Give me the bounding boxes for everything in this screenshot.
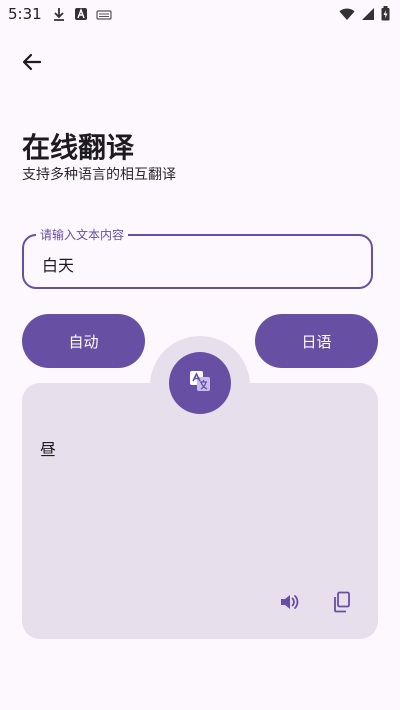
target-language-button[interactable]: 日语: [255, 314, 378, 368]
speak-button[interactable]: [277, 592, 301, 616]
input-label: 请输入文本内容: [36, 226, 129, 243]
download-icon: [52, 6, 66, 25]
source-language-label: 自动: [68, 332, 99, 351]
translate-icon: [188, 369, 212, 397]
battery-icon: [381, 6, 390, 25]
translate-button[interactable]: [169, 352, 231, 414]
input-value[interactable]: 白天: [42, 252, 74, 276]
keyboard-icon: [96, 6, 112, 25]
source-language-button[interactable]: 自动: [22, 314, 145, 368]
signal-icon: [361, 6, 375, 25]
page-subtitle: 支持多种语言的相互翻译: [22, 167, 176, 183]
target-language-label: 日语: [301, 332, 332, 351]
copy-icon: [332, 591, 352, 617]
result-card: [22, 383, 378, 639]
status-left-icons: [52, 6, 112, 25]
page-title: 在线翻译: [22, 131, 135, 164]
wifi-icon: [339, 6, 355, 25]
back-button[interactable]: [18, 50, 46, 78]
status-time: 5:31: [8, 5, 42, 23]
speaker-icon: [278, 591, 300, 617]
back-arrow-icon: [21, 51, 43, 77]
status-bar: 5:31: [0, 0, 400, 28]
translation-result: 昼: [40, 440, 57, 459]
status-right-icons: [339, 6, 390, 25]
copy-button[interactable]: [330, 591, 354, 617]
a-box-icon: [74, 6, 88, 25]
